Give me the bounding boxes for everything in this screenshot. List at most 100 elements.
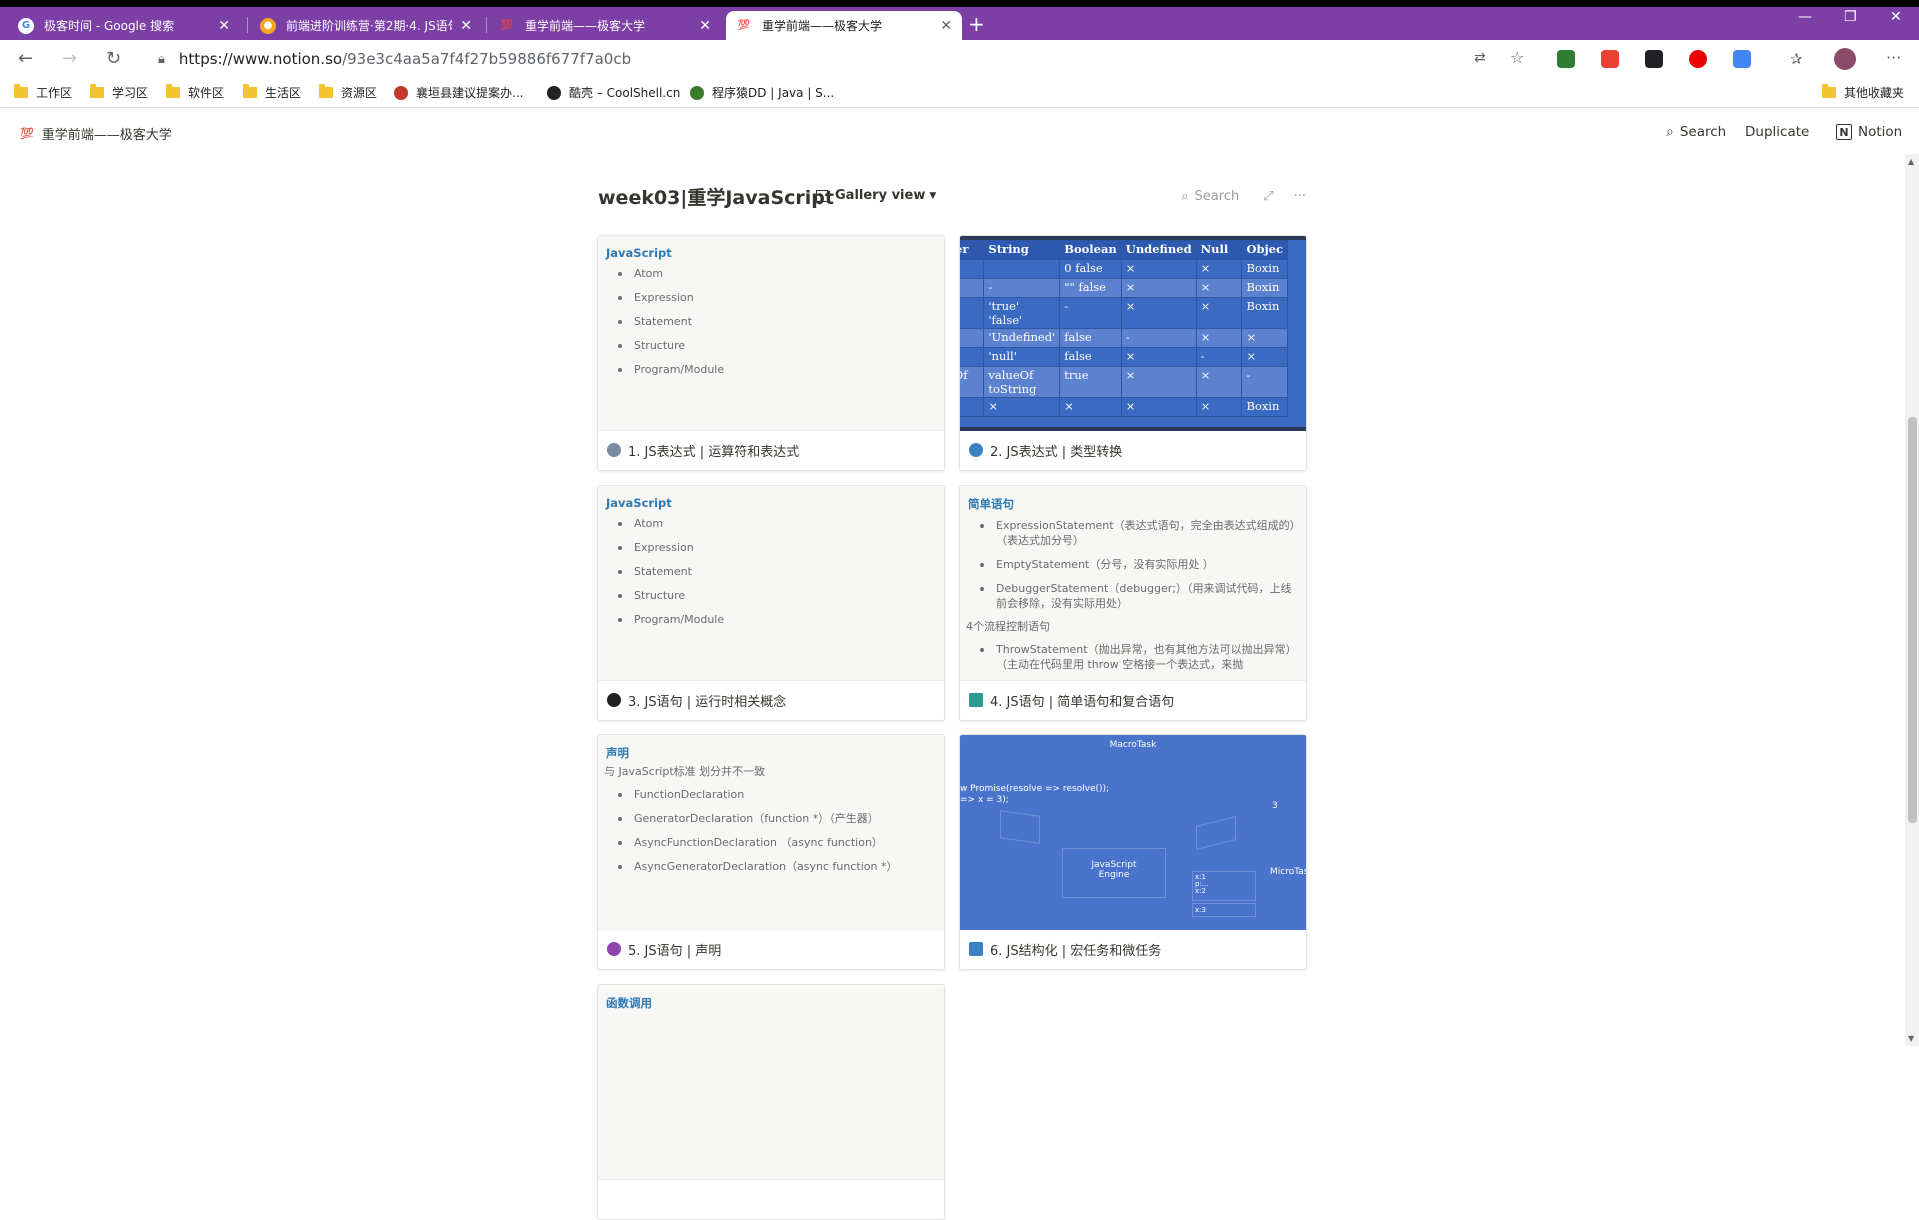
extension-icon[interactable] (1645, 50, 1663, 68)
scrollbar-thumb[interactable] (1908, 417, 1917, 823)
preview-text: 4个流程控制语句 (966, 620, 1050, 633)
geektime-icon: ● (260, 17, 276, 34)
forward-arrow-icon[interactable]: → (62, 48, 77, 69)
extension-icon[interactable] (1557, 50, 1575, 68)
table-cell: Boxin (1241, 259, 1288, 279)
expand-icon[interactable]: ⤢ (1263, 189, 1273, 204)
star-icon[interactable]: ☆ (1510, 48, 1524, 67)
new-tab-icon[interactable]: + (968, 12, 985, 36)
list-item: Structure (618, 338, 936, 353)
duplicate-button[interactable]: Duplicate (1745, 124, 1809, 140)
bookmark-folder-software[interactable]: 软件区 (166, 84, 224, 101)
table-cell: - (1059, 297, 1122, 329)
bookmark-folder-other[interactable]: 其他收藏夹 (1822, 84, 1904, 101)
restore-icon[interactable]: ❐ (1844, 9, 1857, 25)
card-caption[interactable]: 2. JS表达式 | 类型转换 (960, 430, 1306, 470)
search-icon[interactable]: ⌕ (1181, 189, 1188, 204)
page-scrollbar[interactable]: ▲ ▼ (1905, 154, 1919, 1046)
window-close-icon[interactable]: ✕ (1890, 9, 1902, 25)
list-item: Program/Module (618, 612, 936, 627)
bookmark-folder-study[interactable]: 学习区 (90, 84, 148, 101)
card-caption[interactable]: 4. JS语句 | 简单语句和复合语句 (960, 680, 1306, 720)
card-caption[interactable]: 5. JS语句 | 声明 (598, 929, 944, 969)
extension-icon[interactable] (1601, 50, 1619, 68)
tab-title: 重学前端——极客大学 (525, 19, 646, 33)
table-cell: × (1120, 397, 1197, 417)
list-item: EmptyStatement（分号，没有实际用处 ） (980, 557, 1298, 572)
bookmark-link-proposal[interactable]: 襄垣县建议提案办... (394, 84, 523, 101)
search-button[interactable]: ⌕ Search (1666, 124, 1726, 140)
card-title: 1. JS表达式 | 运算符和表达式 (628, 444, 800, 460)
hundred-emoji-icon: 💯 (500, 20, 514, 31)
list-item: Expression (618, 290, 936, 305)
database-title[interactable]: week03|重学JavaScript (598, 183, 834, 210)
gallery-card[interactable]: JavaScript Atom Expression Statement Str… (597, 485, 945, 721)
scroll-down-icon[interactable]: ▼ (1908, 1034, 1914, 1043)
address-bar[interactable]: 🔒︎ https://www.notion.so/93e3c4aa5a7f4f2… (148, 44, 1528, 74)
breadcrumb[interactable]: 💯 重学前端——极客大学 (20, 124, 172, 143)
google-translate-icon[interactable] (1733, 50, 1751, 68)
tab-geektime-course[interactable]: ● 前端进阶训练营·第2期·4. JS语句 | ✕ (250, 11, 482, 40)
tab-title: 前端进阶训练营·第2期·4. JS语句 | (286, 19, 453, 33)
minimize-icon[interactable]: — (1798, 9, 1812, 25)
translate-icon[interactable]: ⇄ (1474, 50, 1486, 66)
database-tools: ⌕ Search ⤢ ··· (1181, 189, 1306, 204)
table-cell: - (1241, 366, 1288, 398)
gallery-card[interactable]: JavaScript Atom Expression Statement Str… (597, 235, 945, 471)
more-options-icon[interactable]: ··· (1294, 189, 1306, 204)
bookmark-folder-work[interactable]: 工作区 (14, 84, 72, 101)
gallery-card[interactable]: 简单语句 ExpressionStatement（表达式语句，完全由表达式组成的… (959, 485, 1307, 721)
book-icon (969, 693, 983, 707)
gallery-card[interactable]: 函数调用 (597, 984, 945, 1220)
gallery-card[interactable]: berStringBooleanUndefinedNullObjec0 fals… (959, 235, 1307, 471)
favorites-icon[interactable]: ✰ (1790, 50, 1803, 68)
table-cell: Undefined (1120, 240, 1197, 260)
duplicate-label: Duplicate (1745, 124, 1810, 140)
bookmarks-bar: 工作区 学习区 软件区 生活区 资源区 襄垣县建议提案办... 酷壳 – Coo… (0, 78, 1919, 108)
scroll-up-icon[interactable]: ▲ (1908, 157, 1914, 166)
notion-topbar: 💯 重学前端——极客大学 ⌕ Search Duplicate N Notion (0, 109, 1919, 154)
table-row: eOfvalueOf toStringtrue××- (960, 366, 1288, 398)
close-icon[interactable]: ✕ (218, 18, 230, 34)
url-text[interactable]: https://www.notion.so/93e3c4aa5a7f4f27b5… (179, 50, 631, 68)
bookmark-label: 程序猿DD | Java | S... (712, 86, 835, 100)
close-icon[interactable]: ✕ (460, 18, 472, 34)
close-icon[interactable]: ✕ (699, 18, 711, 34)
avatar[interactable] (1834, 48, 1856, 70)
card-preview: berStringBooleanUndefinedNullObjec0 fals… (960, 236, 1306, 431)
reload-icon[interactable]: ↻ (106, 48, 121, 69)
engine-label: Engine (1098, 870, 1130, 880)
bookmark-folder-resource[interactable]: 资源区 (319, 84, 377, 101)
database-search[interactable]: Search (1195, 189, 1240, 204)
list-item: Expression (618, 540, 936, 555)
card-caption[interactable]: 6. JS结构化 | 宏任务和微任务 (960, 929, 1306, 969)
close-icon[interactable]: ✕ (940, 18, 952, 34)
bookmark-link-coolshell[interactable]: 酷壳 – CoolShell.cn (547, 84, 680, 101)
notion-button[interactable]: N Notion (1836, 124, 1902, 140)
gallery-card[interactable]: MacroTask w Promise(resolve => resolve()… (959, 734, 1307, 970)
table-cell: 'Undefined' (983, 328, 1061, 348)
table-cell: Boxin (1241, 297, 1288, 329)
tab-google-search[interactable]: G 极客时间 - Google 搜索 ✕ (8, 11, 240, 40)
card-preview: MacroTask w Promise(resolve => resolve()… (960, 735, 1306, 930)
preview-text: 与 JavaScript标准 划分并不一致 (604, 765, 766, 778)
site-icon (547, 85, 561, 100)
table-cell: × (1059, 397, 1122, 417)
tab-notion-active[interactable]: 💯 重学前端——极客大学 ✕ (726, 11, 962, 40)
card-caption[interactable]: 3. JS语句 | 运行时相关概念 (598, 680, 944, 720)
arrow-shape (1196, 816, 1236, 850)
preview-heading: JavaScript (606, 246, 672, 260)
card-caption[interactable]: 1. JS表达式 | 运算符和表达式 (598, 430, 944, 470)
more-menu-icon[interactable]: ··· (1886, 48, 1901, 67)
back-arrow-icon[interactable]: ← (18, 48, 33, 69)
bookmark-link-didispace[interactable]: 程序猿DD | Java | S... (690, 84, 834, 101)
opera-icon[interactable] (1689, 50, 1707, 68)
table-row: 0 false × × Boxin (960, 259, 1288, 279)
bookmark-label: 生活区 (265, 86, 302, 100)
view-selector[interactable]: Gallery view ▼ (816, 188, 936, 203)
folder-icon (90, 84, 104, 98)
bookmark-folder-life[interactable]: 生活区 (243, 84, 301, 101)
gallery-card[interactable]: 声明 与 JavaScript标准 划分并不一致 FunctionDeclara… (597, 734, 945, 970)
table-cell: × (1241, 347, 1288, 367)
tab-notion-1[interactable]: 💯 重学前端——极客大学 ✕ (489, 11, 721, 40)
